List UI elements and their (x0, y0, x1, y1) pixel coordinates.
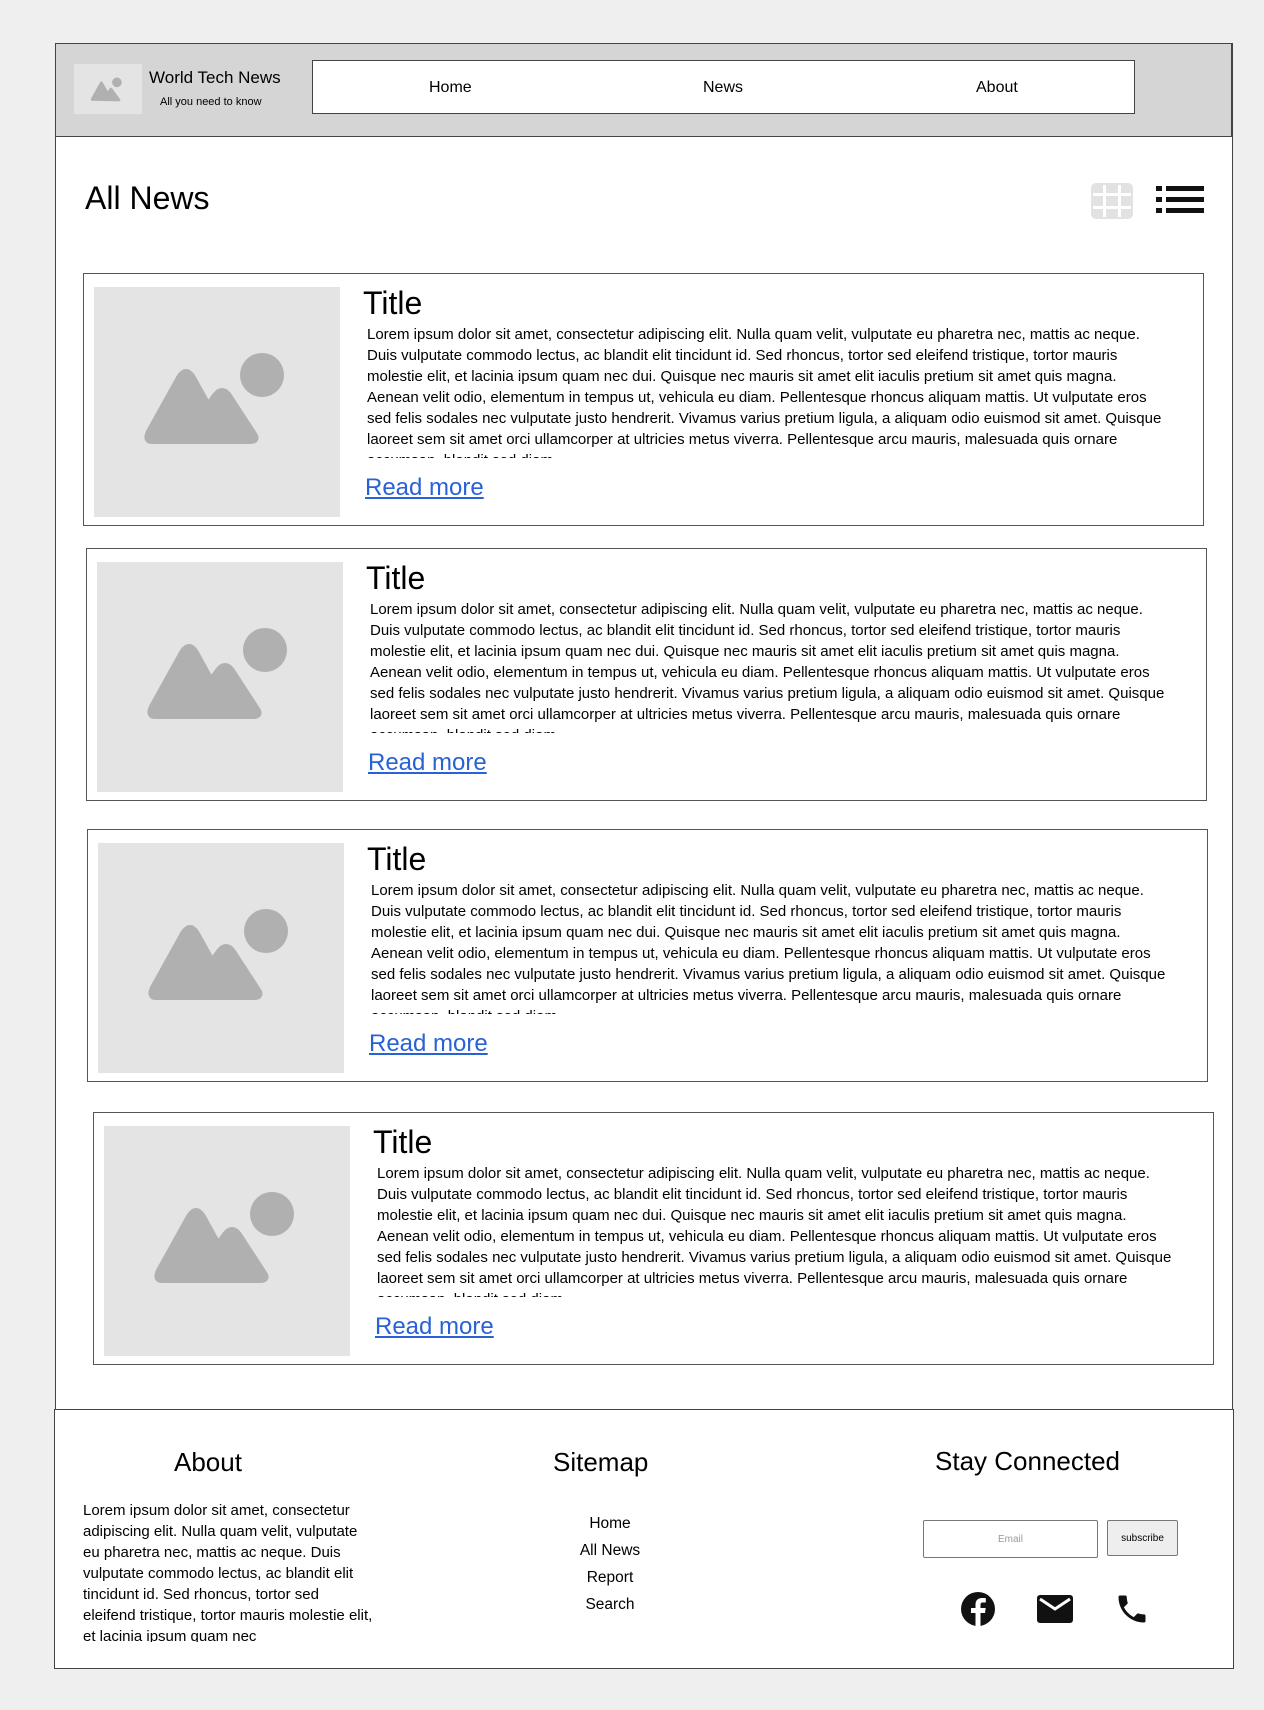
footer-about-heading: About (174, 1447, 242, 1477)
article-excerpt: Lorem ipsum dolor sit amet, consectetur … (377, 1165, 1172, 1297)
article-thumbnail[interactable] (97, 562, 343, 792)
sitemap-link-report[interactable]: Report (535, 1564, 685, 1591)
facebook-icon[interactable] (960, 1591, 996, 1627)
main-nav: Home News About (312, 60, 1135, 114)
footer-connect-heading: Stay Connected (935, 1446, 1121, 1476)
grid-view-icon[interactable] (1090, 182, 1134, 220)
article-thumbnail[interactable] (104, 1126, 350, 1356)
site-footer: About Lorem ipsum dolor sit amet, consec… (54, 1409, 1234, 1669)
article-title: Title (367, 841, 427, 877)
email-field[interactable] (923, 1520, 1098, 1558)
article-thumbnail[interactable] (98, 843, 344, 1073)
article-thumbnail[interactable] (94, 287, 340, 517)
read-more-link[interactable]: Read more (369, 1030, 488, 1058)
article-excerpt: Lorem ipsum dolor sit amet, consectetur … (367, 326, 1162, 458)
footer-about-text: Lorem ipsum dolor sit amet, consectetur … (83, 1502, 373, 1642)
footer-sitemap-heading: Sitemap (553, 1447, 649, 1477)
read-more-link[interactable]: Read more (365, 474, 484, 502)
image-placeholder-icon (90, 77, 122, 102)
list-view-icon[interactable] (1156, 184, 1204, 216)
page-title: All News (85, 180, 210, 216)
sitemap-link-all-news[interactable]: All News (535, 1537, 685, 1564)
nav-home[interactable]: Home (429, 79, 472, 97)
news-card: Title Lorem ipsum dolor sit amet, consec… (87, 829, 1208, 1082)
sitemap-link-search[interactable]: Search (535, 1591, 685, 1618)
article-excerpt: Lorem ipsum dolor sit amet, consectetur … (371, 882, 1166, 1014)
read-more-link[interactable]: Read more (368, 749, 487, 777)
image-placeholder-icon (147, 628, 287, 719)
sitemap-list: Home All News Report Search (535, 1510, 685, 1618)
image-placeholder-icon (144, 353, 284, 444)
article-title: Title (366, 560, 426, 596)
news-card: Title Lorem ipsum dolor sit amet, consec… (83, 273, 1204, 526)
site-header: World Tech News All you need to know Hom… (55, 43, 1232, 137)
image-placeholder-icon (148, 909, 288, 1000)
article-title: Title (363, 285, 423, 321)
phone-icon[interactable] (1114, 1591, 1150, 1627)
image-placeholder-icon (154, 1192, 294, 1283)
news-card: Title Lorem ipsum dolor sit amet, consec… (86, 548, 1207, 801)
mail-icon[interactable] (1037, 1595, 1073, 1623)
logo[interactable] (74, 64, 142, 114)
news-card: Title Lorem ipsum dolor sit amet, consec… (93, 1112, 1214, 1365)
site-title: World Tech News (149, 68, 281, 87)
subscribe-button[interactable]: subscribe (1107, 1520, 1178, 1556)
read-more-link[interactable]: Read more (375, 1313, 494, 1341)
sitemap-link-home[interactable]: Home (535, 1510, 685, 1537)
article-excerpt: Lorem ipsum dolor sit amet, consectetur … (370, 601, 1165, 733)
nav-news[interactable]: News (703, 79, 743, 97)
article-title: Title (373, 1124, 433, 1160)
site-tagline: All you need to know (160, 96, 262, 108)
nav-about[interactable]: About (976, 79, 1018, 97)
